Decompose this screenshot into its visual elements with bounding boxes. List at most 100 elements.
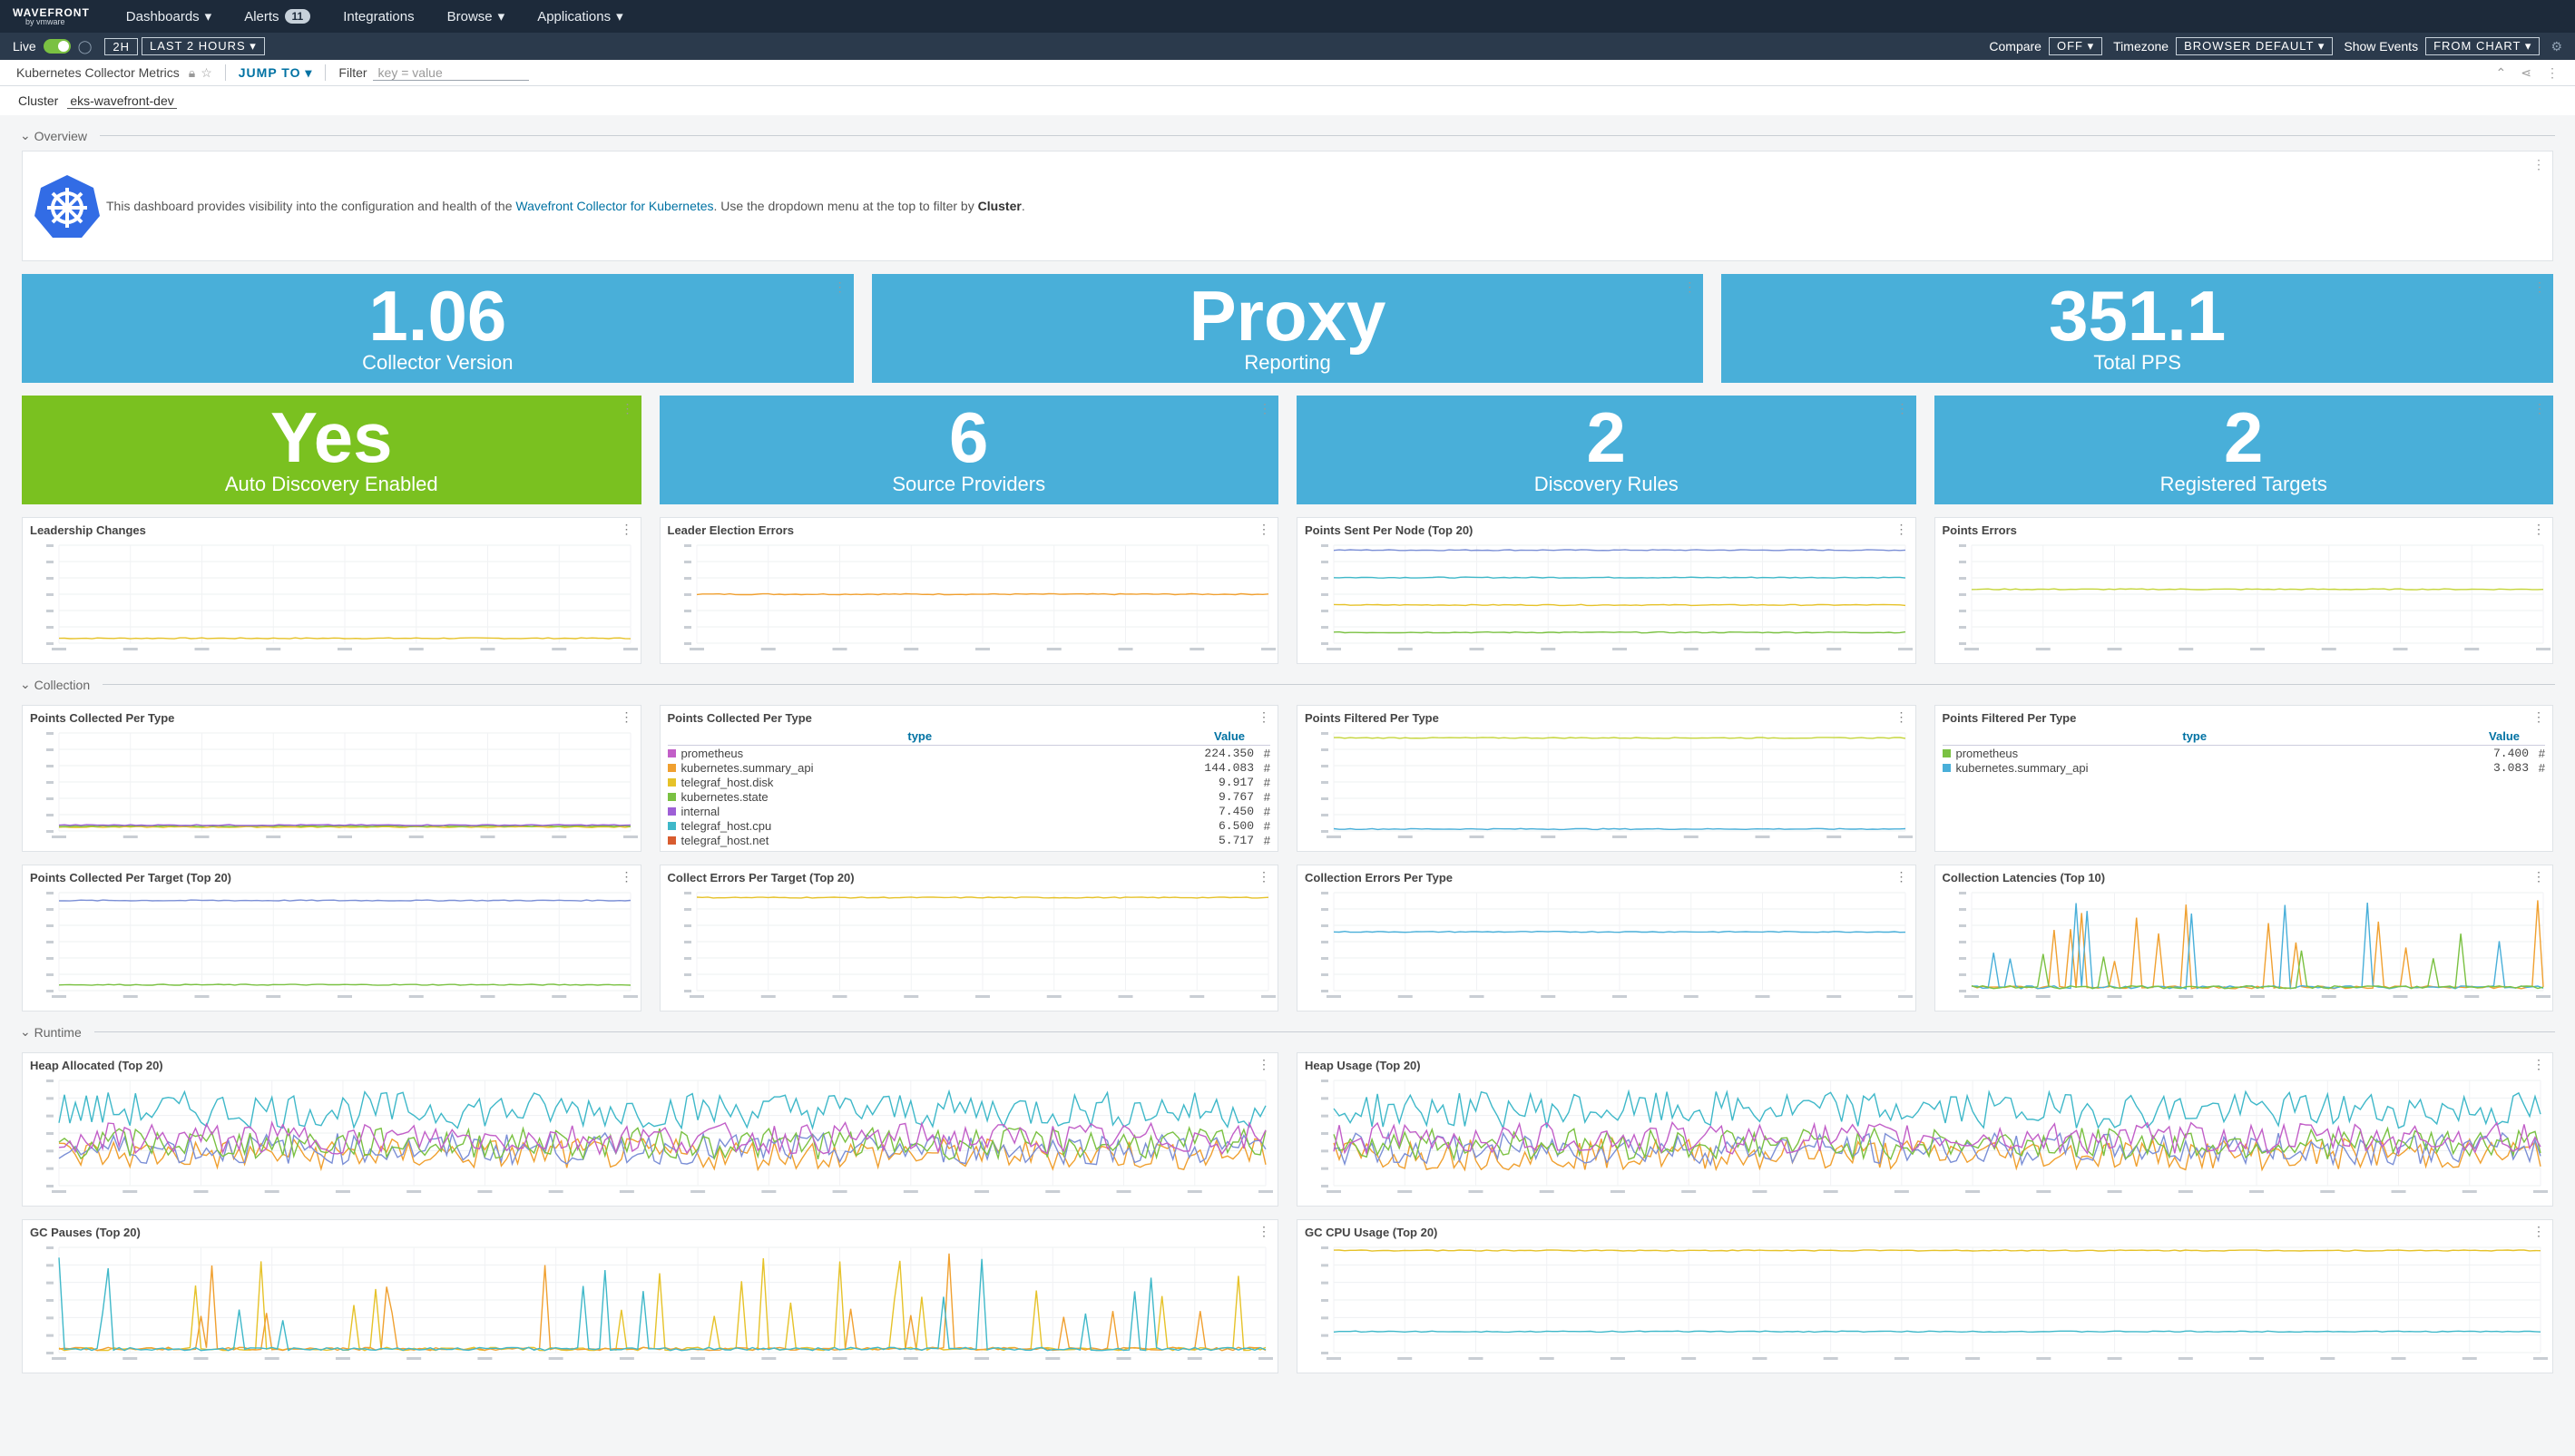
jump-to-dropdown[interactable]: JUMP TO ▾ — [239, 65, 313, 81]
stat-auto-discovery[interactable]: ⋮ Yes Auto Discovery Enabled — [22, 396, 641, 504]
tick-mark — [683, 924, 691, 927]
collector-link[interactable]: Wavefront Collector for Kubernetes — [515, 199, 713, 213]
nav-integrations[interactable]: Integrations — [343, 9, 414, 24]
table-row[interactable]: kubernetes.summary_api 3.083 # — [1942, 760, 2545, 775]
column-header-value[interactable]: Value — [2447, 729, 2520, 743]
hash-icon[interactable]: # — [1254, 790, 1270, 804]
table-row[interactable]: telegraf_host.disk 9.917 # — [667, 775, 1270, 789]
pause-icon[interactable]: ◯ — [78, 39, 93, 54]
chart-points-errors[interactable]: Points Errors ⋮ — [1934, 517, 2553, 664]
live-toggle[interactable] — [43, 39, 71, 54]
chart-collect-errors-per-target[interactable]: Collect Errors Per Target (Top 20) ⋮ — [659, 865, 1278, 1011]
panel-menu-icon[interactable]: ⋮ — [2532, 709, 2545, 725]
table-points-collected-per-type[interactable]: Points Collected Per Type ⋮ type Value p… — [659, 705, 1278, 852]
hash-icon[interactable]: # — [1254, 819, 1270, 833]
hash-icon[interactable]: # — [1254, 834, 1270, 847]
nav-applications[interactable]: Applications ▾ — [537, 8, 622, 25]
table-row[interactable]: kubernetes.state 9.767 # — [667, 789, 1270, 804]
star-icon[interactable]: ☆ — [201, 65, 212, 81]
panel-menu-icon[interactable]: ⋮ — [2532, 522, 2545, 537]
filter-input[interactable]: key = value — [372, 65, 529, 81]
stat-discovery-rules[interactable]: ⋮ 2 Discovery Rules — [1297, 396, 1916, 504]
table-header: type Value — [1942, 729, 2545, 746]
wavefront-logo[interactable]: WAVEFRONT by vmware — [13, 7, 90, 26]
nav-dashboards[interactable]: Dashboards ▾ — [126, 8, 211, 25]
lock-icon[interactable]: 🔒︎ — [189, 65, 195, 81]
tick-mark — [761, 1357, 777, 1360]
panel-menu-icon[interactable]: ⋮ — [1895, 869, 1908, 884]
stat-total-pps[interactable]: ⋮ 351.1 Total PPS — [1721, 274, 2554, 383]
panel-menu-icon[interactable]: ⋮ — [1683, 279, 1696, 295]
hash-icon[interactable]: # — [2529, 747, 2545, 760]
chart-leader-election-errors[interactable]: Leader Election Errors ⋮ — [659, 517, 1278, 664]
panel-menu-icon[interactable]: ⋮ — [2532, 1224, 2545, 1239]
table-points-filtered-per-type[interactable]: Points Filtered Per Type ⋮ type Value pr… — [1934, 705, 2553, 852]
panel-menu-icon[interactable]: ⋮ — [621, 869, 633, 884]
chart-heap-allocated[interactable]: Heap Allocated (Top 20) ⋮ — [22, 1052, 1278, 1207]
stat-registered-targets[interactable]: ⋮ 2 Registered Targets — [1934, 396, 2553, 504]
compare-dropdown[interactable]: OFF ▾ — [2048, 37, 2103, 55]
column-header-type[interactable]: type — [668, 729, 1173, 743]
share-icon[interactable]: ⋖ — [2521, 65, 2531, 81]
panel-menu-icon[interactable]: ⋮ — [1258, 709, 1270, 725]
chart-plot — [683, 892, 1276, 998]
table-row[interactable]: prometheus 224.350 # — [667, 746, 1270, 760]
nav-alerts[interactable]: Alerts 11 — [244, 9, 311, 24]
panel-menu-icon[interactable]: ⋮ — [2533, 401, 2546, 416]
hash-icon[interactable]: # — [1254, 776, 1270, 789]
column-header-type[interactable]: type — [1943, 729, 2448, 743]
collapse-icon[interactable]: ⌃ — [2496, 65, 2507, 81]
hash-icon[interactable]: # — [2529, 761, 2545, 775]
cluster-dropdown[interactable]: eks-wavefront-dev — [67, 93, 177, 109]
chart-heap-usage[interactable]: Heap Usage (Top 20) ⋮ — [1297, 1052, 2553, 1207]
panel-menu-icon[interactable]: ⋮ — [1896, 401, 1909, 416]
panel-menu-icon[interactable]: ⋮ — [2533, 279, 2546, 295]
table-row[interactable]: kubernetes.summary_api 144.083 # — [667, 760, 1270, 775]
panel-menu-icon[interactable]: ⋮ — [2532, 869, 2545, 884]
panel-menu-icon[interactable]: ⋮ — [621, 522, 633, 537]
panel-menu-icon[interactable]: ⋮ — [622, 401, 634, 416]
table-row[interactable]: telegraf_host.net 5.717 # — [667, 833, 1270, 847]
chart-points-filtered-per-type[interactable]: Points Filtered Per Type ⋮ — [1297, 705, 1916, 852]
chart-gc-pauses[interactable]: GC Pauses (Top 20) ⋮ — [22, 1219, 1278, 1373]
section-runtime[interactable]: ⌄ Runtime — [20, 1024, 2555, 1040]
tick-mark — [1116, 1357, 1131, 1360]
panel-menu-icon[interactable]: ⋮ — [1258, 401, 1271, 416]
hash-icon[interactable]: # — [1254, 805, 1270, 818]
panel-menu-icon[interactable]: ⋮ — [1258, 869, 1270, 884]
more-icon[interactable]: ⋮ — [2546, 65, 2559, 81]
chart-points-collected-per-target[interactable]: Points Collected Per Target (Top 20) ⋮ — [22, 865, 641, 1011]
section-overview[interactable]: ⌄ Overview — [20, 128, 2555, 143]
stat-collector-version[interactable]: ⋮ 1.06 Collector Version — [22, 274, 854, 383]
table-row[interactable]: prometheus 7.400 # — [1942, 746, 2545, 760]
panel-menu-icon[interactable]: ⋮ — [1258, 1057, 1270, 1072]
timezone-dropdown[interactable]: BROWSER DEFAULT ▾ — [2176, 37, 2334, 55]
panel-menu-icon[interactable]: ⋮ — [1895, 709, 1908, 725]
section-collection[interactable]: ⌄ Collection — [20, 677, 2555, 692]
panel-menu-icon[interactable]: ⋮ — [834, 279, 847, 295]
hash-icon[interactable]: # — [1254, 761, 1270, 775]
panel-menu-icon[interactable]: ⋮ — [1258, 1224, 1270, 1239]
range-short-button[interactable]: 2H — [104, 37, 138, 55]
time-range-dropdown[interactable]: LAST 2 HOURS ▾ — [141, 37, 265, 55]
stat-source-providers[interactable]: ⋮ 6 Source Providers — [659, 396, 1278, 504]
show-events-dropdown[interactable]: FROM CHART ▾ — [2425, 37, 2541, 55]
column-header-value[interactable]: Value — [1172, 729, 1245, 743]
panel-menu-icon[interactable]: ⋮ — [2532, 1057, 2545, 1072]
hash-icon[interactable]: # — [1254, 747, 1270, 760]
chart-gc-cpu-usage[interactable]: GC CPU Usage (Top 20) ⋮ — [1297, 1219, 2553, 1373]
chart-collection-latencies[interactable]: Collection Latencies (Top 10) ⋮ — [1934, 865, 2553, 1011]
panel-menu-icon[interactable]: ⋮ — [1895, 522, 1908, 537]
chart-leadership-changes[interactable]: Leadership Changes ⋮ — [22, 517, 641, 664]
nav-browse[interactable]: Browse ▾ — [447, 8, 505, 25]
table-row[interactable]: internal 7.450 # — [667, 804, 1270, 818]
panel-menu-icon[interactable]: ⋮ — [1258, 522, 1270, 537]
panel-menu-icon[interactable]: ⋮ — [621, 709, 633, 725]
gear-icon[interactable]: ⚙ — [2551, 39, 2562, 54]
chart-collection-errors-per-type[interactable]: Collection Errors Per Type ⋮ — [1297, 865, 1916, 1011]
table-row[interactable]: telegraf_host.cpu 6.500 # — [667, 818, 1270, 833]
chart-points-sent-per-node[interactable]: Points Sent Per Node (Top 20) ⋮ — [1297, 517, 1916, 664]
chart-points-collected-per-type[interactable]: Points Collected Per Type ⋮ — [22, 705, 641, 852]
panel-menu-icon[interactable]: ⋮ — [2532, 157, 2545, 172]
stat-reporting[interactable]: ⋮ Proxy Reporting — [871, 274, 1704, 383]
